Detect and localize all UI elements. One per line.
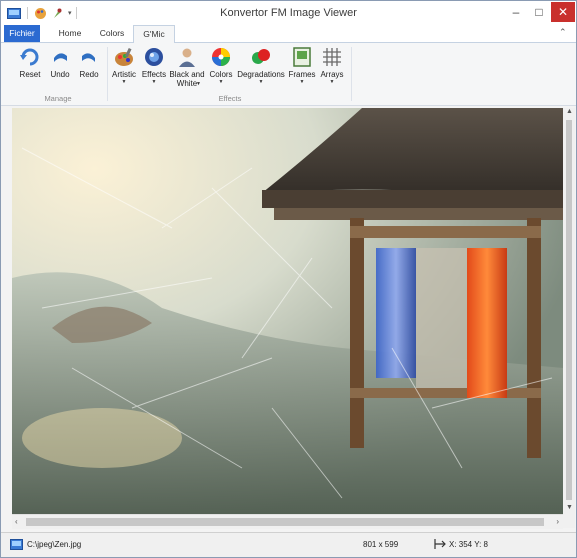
frames-button[interactable]: Frames ▼ xyxy=(287,43,317,85)
arrays-dropdown-icon[interactable]: ▼ xyxy=(330,79,335,85)
redo-icon xyxy=(82,53,95,62)
title-bar: ▾ Konvertor FM Image Viewer – □ ✕ xyxy=(1,1,576,25)
tab-colors[interactable]: Colors xyxy=(93,25,131,42)
colors-button[interactable]: Colors ▼ xyxy=(207,43,235,85)
image-dimensions: 801 x 599 xyxy=(363,540,399,549)
zen-image xyxy=(12,108,563,514)
scroll-down-icon[interactable]: ▼ xyxy=(566,504,573,511)
reset-button[interactable]: Reset xyxy=(13,43,47,79)
colors-label: Colors xyxy=(209,70,233,79)
reset-label: Reset xyxy=(19,70,41,79)
color-wheel-icon xyxy=(212,48,230,66)
degradations-button[interactable]: Degradations ▼ xyxy=(235,43,287,85)
artistic-label: Artistic xyxy=(112,70,136,79)
degradations-dropdown-icon[interactable]: ▼ xyxy=(259,79,264,85)
arrays-button[interactable]: Arrays ▼ xyxy=(317,43,347,85)
window-title: Konvertor FM Image Viewer xyxy=(220,7,357,19)
undo-button[interactable]: Undo xyxy=(45,43,75,79)
tab-fichier[interactable]: Fichier xyxy=(4,25,40,42)
artistic-dropdown-icon[interactable]: ▼ xyxy=(122,79,127,85)
horizontal-scroll-thumb[interactable] xyxy=(26,518,544,526)
effects-dropdown-icon[interactable]: ▼ xyxy=(152,79,157,85)
vertical-scrollbar[interactable]: ▲ ▼ xyxy=(563,108,575,528)
ribbon-panel: Reset Undo Redo Manage Artistic ▼ Effect… xyxy=(1,43,576,106)
ribbon-tabs: Fichier Home Colors G'Mic ⌃ xyxy=(1,25,576,43)
minimize-button[interactable]: – xyxy=(505,2,527,22)
scroll-up-icon[interactable]: ▲ xyxy=(566,108,573,115)
colors-dropdown-icon[interactable]: ▼ xyxy=(219,79,224,85)
effects-label: Effects xyxy=(141,70,167,79)
undo-icon xyxy=(54,53,67,62)
undo-label: Undo xyxy=(50,70,70,79)
grid-icon xyxy=(323,48,341,66)
horizontal-scrollbar[interactable]: ‹ › xyxy=(12,514,563,529)
file-path: C:\jpeg\Zen.jpg xyxy=(27,540,82,549)
artistic-button[interactable]: Artistic ▼ xyxy=(110,43,138,85)
redo-button[interactable]: Redo xyxy=(75,43,103,79)
degradations-icon xyxy=(252,49,270,64)
frames-icon xyxy=(293,47,311,67)
redo-label: Redo xyxy=(79,70,99,79)
degradations-label: Degradations xyxy=(237,70,285,79)
palette-brushes-icon xyxy=(115,47,133,66)
frames-dropdown-icon[interactable]: ▼ xyxy=(300,79,305,85)
effects-button[interactable]: Effects ▼ xyxy=(140,43,168,85)
person-icon xyxy=(179,48,195,67)
manage-group-label: Manage xyxy=(44,94,72,103)
black-and-white-dropdown-icon[interactable]: ▼ xyxy=(196,81,201,87)
arrays-label: Arrays xyxy=(320,70,344,79)
close-button[interactable]: ✕ xyxy=(551,2,575,22)
vertical-scroll-thumb[interactable] xyxy=(566,120,572,500)
app-window: ▾ Konvertor FM Image Viewer – □ ✕ Fichie… xyxy=(0,0,577,558)
cursor-coordinates: X: 354 Y: 8 xyxy=(449,540,488,549)
maximize-button[interactable]: □ xyxy=(529,2,549,22)
tab-home[interactable]: Home xyxy=(51,25,89,42)
status-bar: C:\jpeg\Zen.jpg 801 x 599 X: 354 Y: 8 xyxy=(1,532,576,557)
scroll-right-icon[interactable]: › xyxy=(556,517,559,526)
cursor-position-icon xyxy=(434,539,446,549)
reset-icon xyxy=(20,48,39,66)
tab-gmic[interactable]: G'Mic xyxy=(133,25,175,43)
scroll-left-icon[interactable]: ‹ xyxy=(15,517,18,526)
help-icon[interactable]: ⌃ xyxy=(559,27,567,38)
image-viewport[interactable] xyxy=(12,108,563,514)
group-separator xyxy=(351,47,352,101)
frames-label: Frames xyxy=(288,70,316,79)
group-separator xyxy=(107,47,108,101)
image-file-icon xyxy=(10,539,23,550)
effects-icon xyxy=(145,48,163,66)
effects-group-label: Effects xyxy=(218,94,242,103)
